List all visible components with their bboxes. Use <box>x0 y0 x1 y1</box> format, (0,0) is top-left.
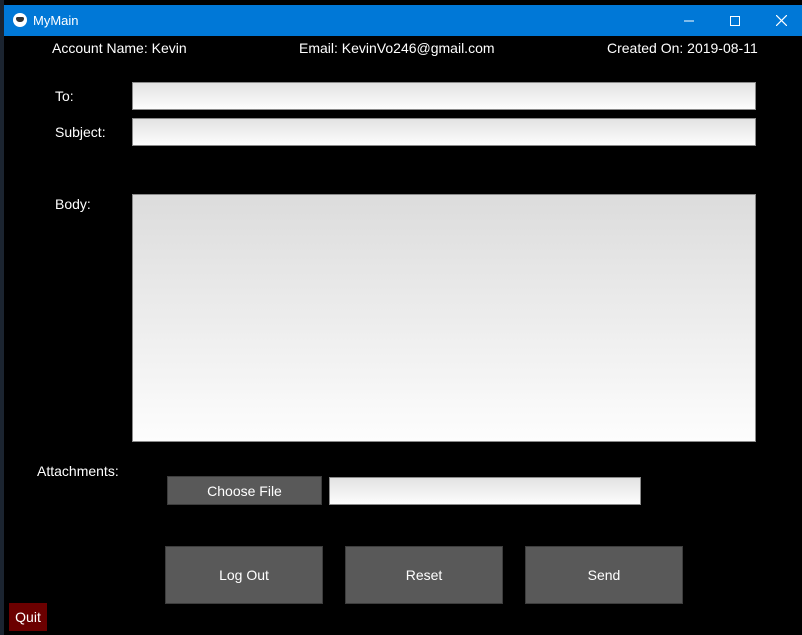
title-bar[interactable]: MyMain <box>4 5 802 36</box>
send-button[interactable]: Send <box>525 546 683 604</box>
account-created-text: Created On: 2019-08-11 <box>607 40 758 56</box>
app-logo-icon <box>13 13 27 27</box>
close-button[interactable] <box>758 5 802 36</box>
to-label: To: <box>55 88 74 104</box>
logout-button[interactable]: Log Out <box>165 546 323 604</box>
attachments-label: Attachments: <box>37 463 119 479</box>
to-input[interactable] <box>132 82 756 110</box>
subject-label: Subject: <box>55 124 106 140</box>
reset-button[interactable]: Reset <box>345 546 503 604</box>
subject-input[interactable] <box>132 118 756 146</box>
app-window: MyMain Account Name: Kevin Email: KevinV… <box>0 0 802 635</box>
desktop-background <box>0 0 4 635</box>
body-label: Body: <box>55 196 91 212</box>
minimize-icon <box>684 20 694 21</box>
maximize-button[interactable] <box>712 5 758 36</box>
window-title: MyMain <box>33 13 79 28</box>
quit-button[interactable]: Quit <box>9 603 47 631</box>
choose-file-button[interactable]: Choose File <box>167 476 322 505</box>
close-icon <box>775 15 787 26</box>
minimize-button[interactable] <box>666 5 712 36</box>
attachment-path-input[interactable] <box>329 477 641 505</box>
account-email-text: Email: KevinVo246@gmail.com <box>299 40 495 56</box>
body-textarea[interactable] <box>132 194 756 442</box>
account-name-text: Account Name: Kevin <box>52 40 187 56</box>
maximize-icon <box>730 15 740 26</box>
